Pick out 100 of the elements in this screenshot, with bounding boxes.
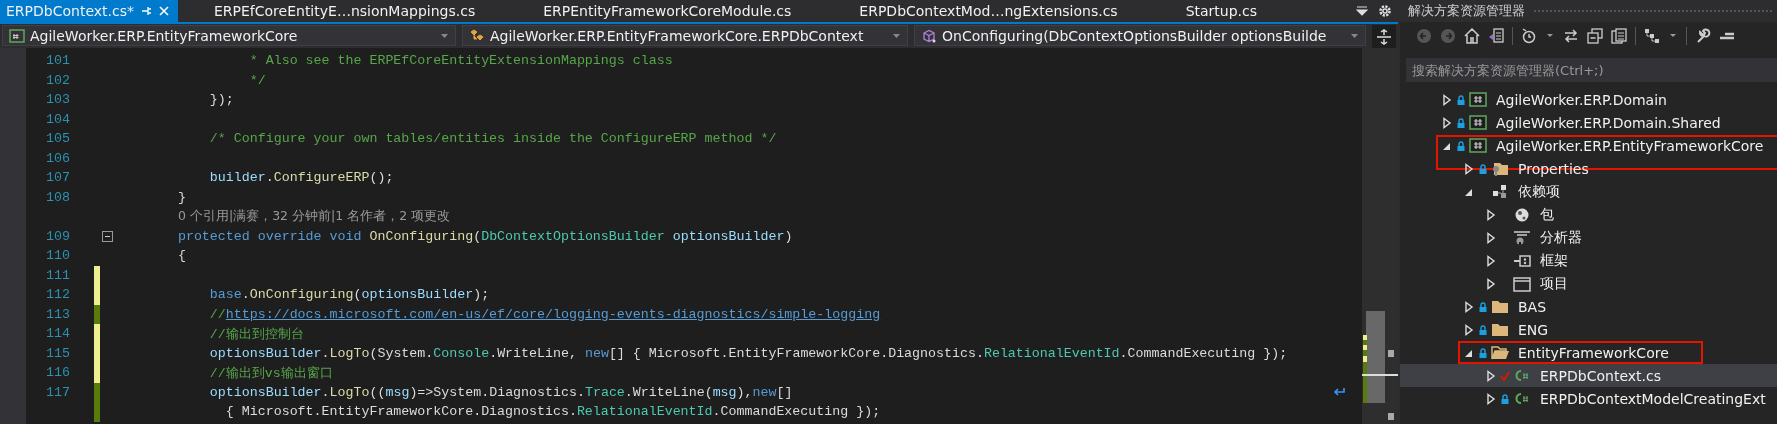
navigation-dropdown[interactable]: AgileWorker.ERP.EntityFrameworkCore xyxy=(2,25,456,46)
dependencies-icon xyxy=(1491,183,1509,200)
dropdown-arrow-icon xyxy=(1350,31,1360,40)
line-number: 117 xyxy=(45,384,70,400)
expander-icon[interactable] xyxy=(1485,369,1497,382)
csharp-project-icon xyxy=(1469,91,1487,108)
tree-item[interactable]: 项目 xyxy=(1400,272,1777,295)
csharp-project-icon xyxy=(1469,137,1487,154)
file-tab[interactable]: ERPDbContextMod…ngExtensions.cs xyxy=(825,0,1152,22)
method-icon xyxy=(921,28,938,43)
dropdown-arrow-icon xyxy=(892,31,902,40)
line-number: 113 xyxy=(45,306,70,322)
tree-item[interactable]: ERPDbContextModelCreatingExt xyxy=(1400,387,1777,410)
dropdown-icon[interactable] xyxy=(1356,5,1368,17)
expander-icon[interactable] xyxy=(1485,254,1497,267)
open-folder-icon xyxy=(1491,344,1509,361)
window-icon xyxy=(1513,275,1531,292)
hierarchy-icon[interactable] xyxy=(1644,28,1660,44)
expander-icon[interactable] xyxy=(1485,392,1497,405)
tree-item[interactable]: ERPDbContext.cs xyxy=(1400,364,1777,387)
tree-item[interactable]: AgileWorker.ERP.Domain.Shared xyxy=(1400,111,1777,134)
line-number: 104 xyxy=(45,111,70,127)
pin-icon[interactable] xyxy=(139,5,152,17)
file-tab[interactable]: ERPDbContext.cs* xyxy=(0,0,178,22)
code-line: protected override void OnConfiguring(DbContextOptionsBuilder optionsBuilder) xyxy=(176,228,793,244)
expander-icon[interactable] xyxy=(1463,300,1475,313)
csharp-project-icon xyxy=(1469,114,1487,131)
tree-item[interactable]: AgileWorker.ERP.Domain xyxy=(1400,88,1777,111)
line-number: 114 xyxy=(45,326,70,342)
csharp-file-icon xyxy=(1513,390,1531,407)
collapse-all-icon[interactable] xyxy=(1587,28,1603,44)
class-icon xyxy=(469,28,485,43)
collapse-icon[interactable] xyxy=(102,230,113,242)
tree-item[interactable]: BAS xyxy=(1400,295,1777,318)
line-number: 112 xyxy=(45,287,70,303)
tree-item[interactable]: AgileWorker.ERP.EntityFrameworkCore xyxy=(1400,134,1777,157)
expander-icon[interactable] xyxy=(1485,231,1497,244)
line-number: 107 xyxy=(45,170,70,186)
expander-icon[interactable] xyxy=(1441,93,1453,106)
line-number: 115 xyxy=(45,345,70,361)
file-tab[interactable]: ERPEntityFrameworkCoreModule.cs xyxy=(509,0,826,22)
tree-item[interactable]: 框架 xyxy=(1400,249,1777,272)
code-line: * Also see the ERPEfCoreEntityExtensionMappings class xyxy=(248,53,673,69)
home-icon[interactable] xyxy=(1464,28,1480,44)
tree-item[interactable]: 分析器 xyxy=(1400,226,1777,249)
line-number: 101 xyxy=(45,53,70,69)
line-number: 110 xyxy=(45,248,70,264)
settings-icon[interactable] xyxy=(1695,28,1711,44)
file-tab[interactable]: Startup.cs xyxy=(1151,0,1292,22)
csharp-file-icon xyxy=(1513,367,1531,384)
dropdown-arrow-icon xyxy=(440,31,449,40)
framework-icon xyxy=(1513,252,1531,269)
link[interactable]: https://docs.microsoft.com/en-us/ef/core/logging-events-diagnostics/simple-logging xyxy=(225,306,881,322)
code-line: //输出到vs输出窗口 xyxy=(208,364,333,382)
code-line: */ xyxy=(248,72,266,88)
line-number: 105 xyxy=(45,131,70,147)
expander-icon[interactable] xyxy=(1463,162,1475,175)
tree-item[interactable]: ENG xyxy=(1400,318,1777,341)
copy-icon[interactable] xyxy=(1611,28,1627,44)
code-line: //https://docs.microsoft.com/en-us/ef/core/logging-events-diagnostics/simple-logging xyxy=(208,306,881,322)
expander-icon[interactable] xyxy=(1441,116,1453,129)
tree-item[interactable]: 依赖项 xyxy=(1400,180,1777,203)
folder-icon xyxy=(1491,321,1509,338)
settings-icon[interactable] xyxy=(1378,4,1392,18)
split-window-icon[interactable] xyxy=(1376,28,1393,45)
file-tab[interactable]: ERPEfCoreEntityE…nsionMappings.cs xyxy=(179,0,510,22)
search-field[interactable]: 搜索解决方案资源管理器(Ctrl+;) xyxy=(1406,58,1777,82)
analyzer-icon xyxy=(1513,229,1531,246)
folder-icon xyxy=(1491,298,1509,315)
line-number: 106 xyxy=(45,150,70,166)
panel-title: 解决方案资源管理器 xyxy=(1408,2,1525,20)
line-number: 109 xyxy=(45,228,70,244)
line-number: 108 xyxy=(45,189,70,205)
navigation-dropdown[interactable]: AgileWorker.ERP.EntityFrameworkCore.ERPDbContext xyxy=(462,25,909,46)
navigation-dropdown[interactable]: OnConfiguring(DbContextOptionsBuilder optionsBuilde xyxy=(914,25,1367,46)
tree-item[interactable]: EntityFrameworkCore xyxy=(1400,341,1777,364)
code-line: }); xyxy=(208,92,234,108)
line-number: 116 xyxy=(45,365,70,381)
line-number: 102 xyxy=(45,72,70,88)
code-line: /* Configure your own tables/entities inside the ConfigureERP method */ xyxy=(208,131,777,147)
expander-icon[interactable] xyxy=(1463,323,1475,336)
switch-view-icon[interactable] xyxy=(1488,28,1504,44)
code-line: { Microsoft.EntityFrameworkCore.Diagnostics.RelationalEventId.CommandExecuting }); xyxy=(224,404,881,420)
code-line: } xyxy=(176,189,186,205)
package-icon xyxy=(1513,206,1531,223)
code-line: //输出到控制台 xyxy=(208,325,304,343)
folder-icon xyxy=(1491,160,1509,177)
code-line: builder.ConfigureERP(); xyxy=(208,170,394,186)
expander-icon[interactable] xyxy=(1485,277,1497,290)
code-lens[interactable]: 0 个引用|满赛，32 分钟前|1 名作者，2 项更改 xyxy=(146,208,451,226)
code-line: { xyxy=(176,248,186,264)
tree-item[interactable]: 包 xyxy=(1400,203,1777,226)
csharp-project-icon xyxy=(9,28,25,43)
line-number: 111 xyxy=(45,267,70,283)
close-icon[interactable] xyxy=(157,5,170,17)
code-line: optionsBuilder.LogTo((msg)=>System.Diagnostics.Trace.WriteLine(msg),new[] xyxy=(208,384,793,400)
code-line: optionsBuilder.LogTo(System.Console.WriteLine, new[] { Microsoft.EntityFrameworkCore.Diagnostics.RelationalEventId.CommandExecuting }); xyxy=(208,345,1288,361)
expander-icon[interactable] xyxy=(1485,208,1497,221)
sync-icon[interactable] xyxy=(1563,28,1579,44)
history-icon[interactable] xyxy=(1521,28,1537,44)
